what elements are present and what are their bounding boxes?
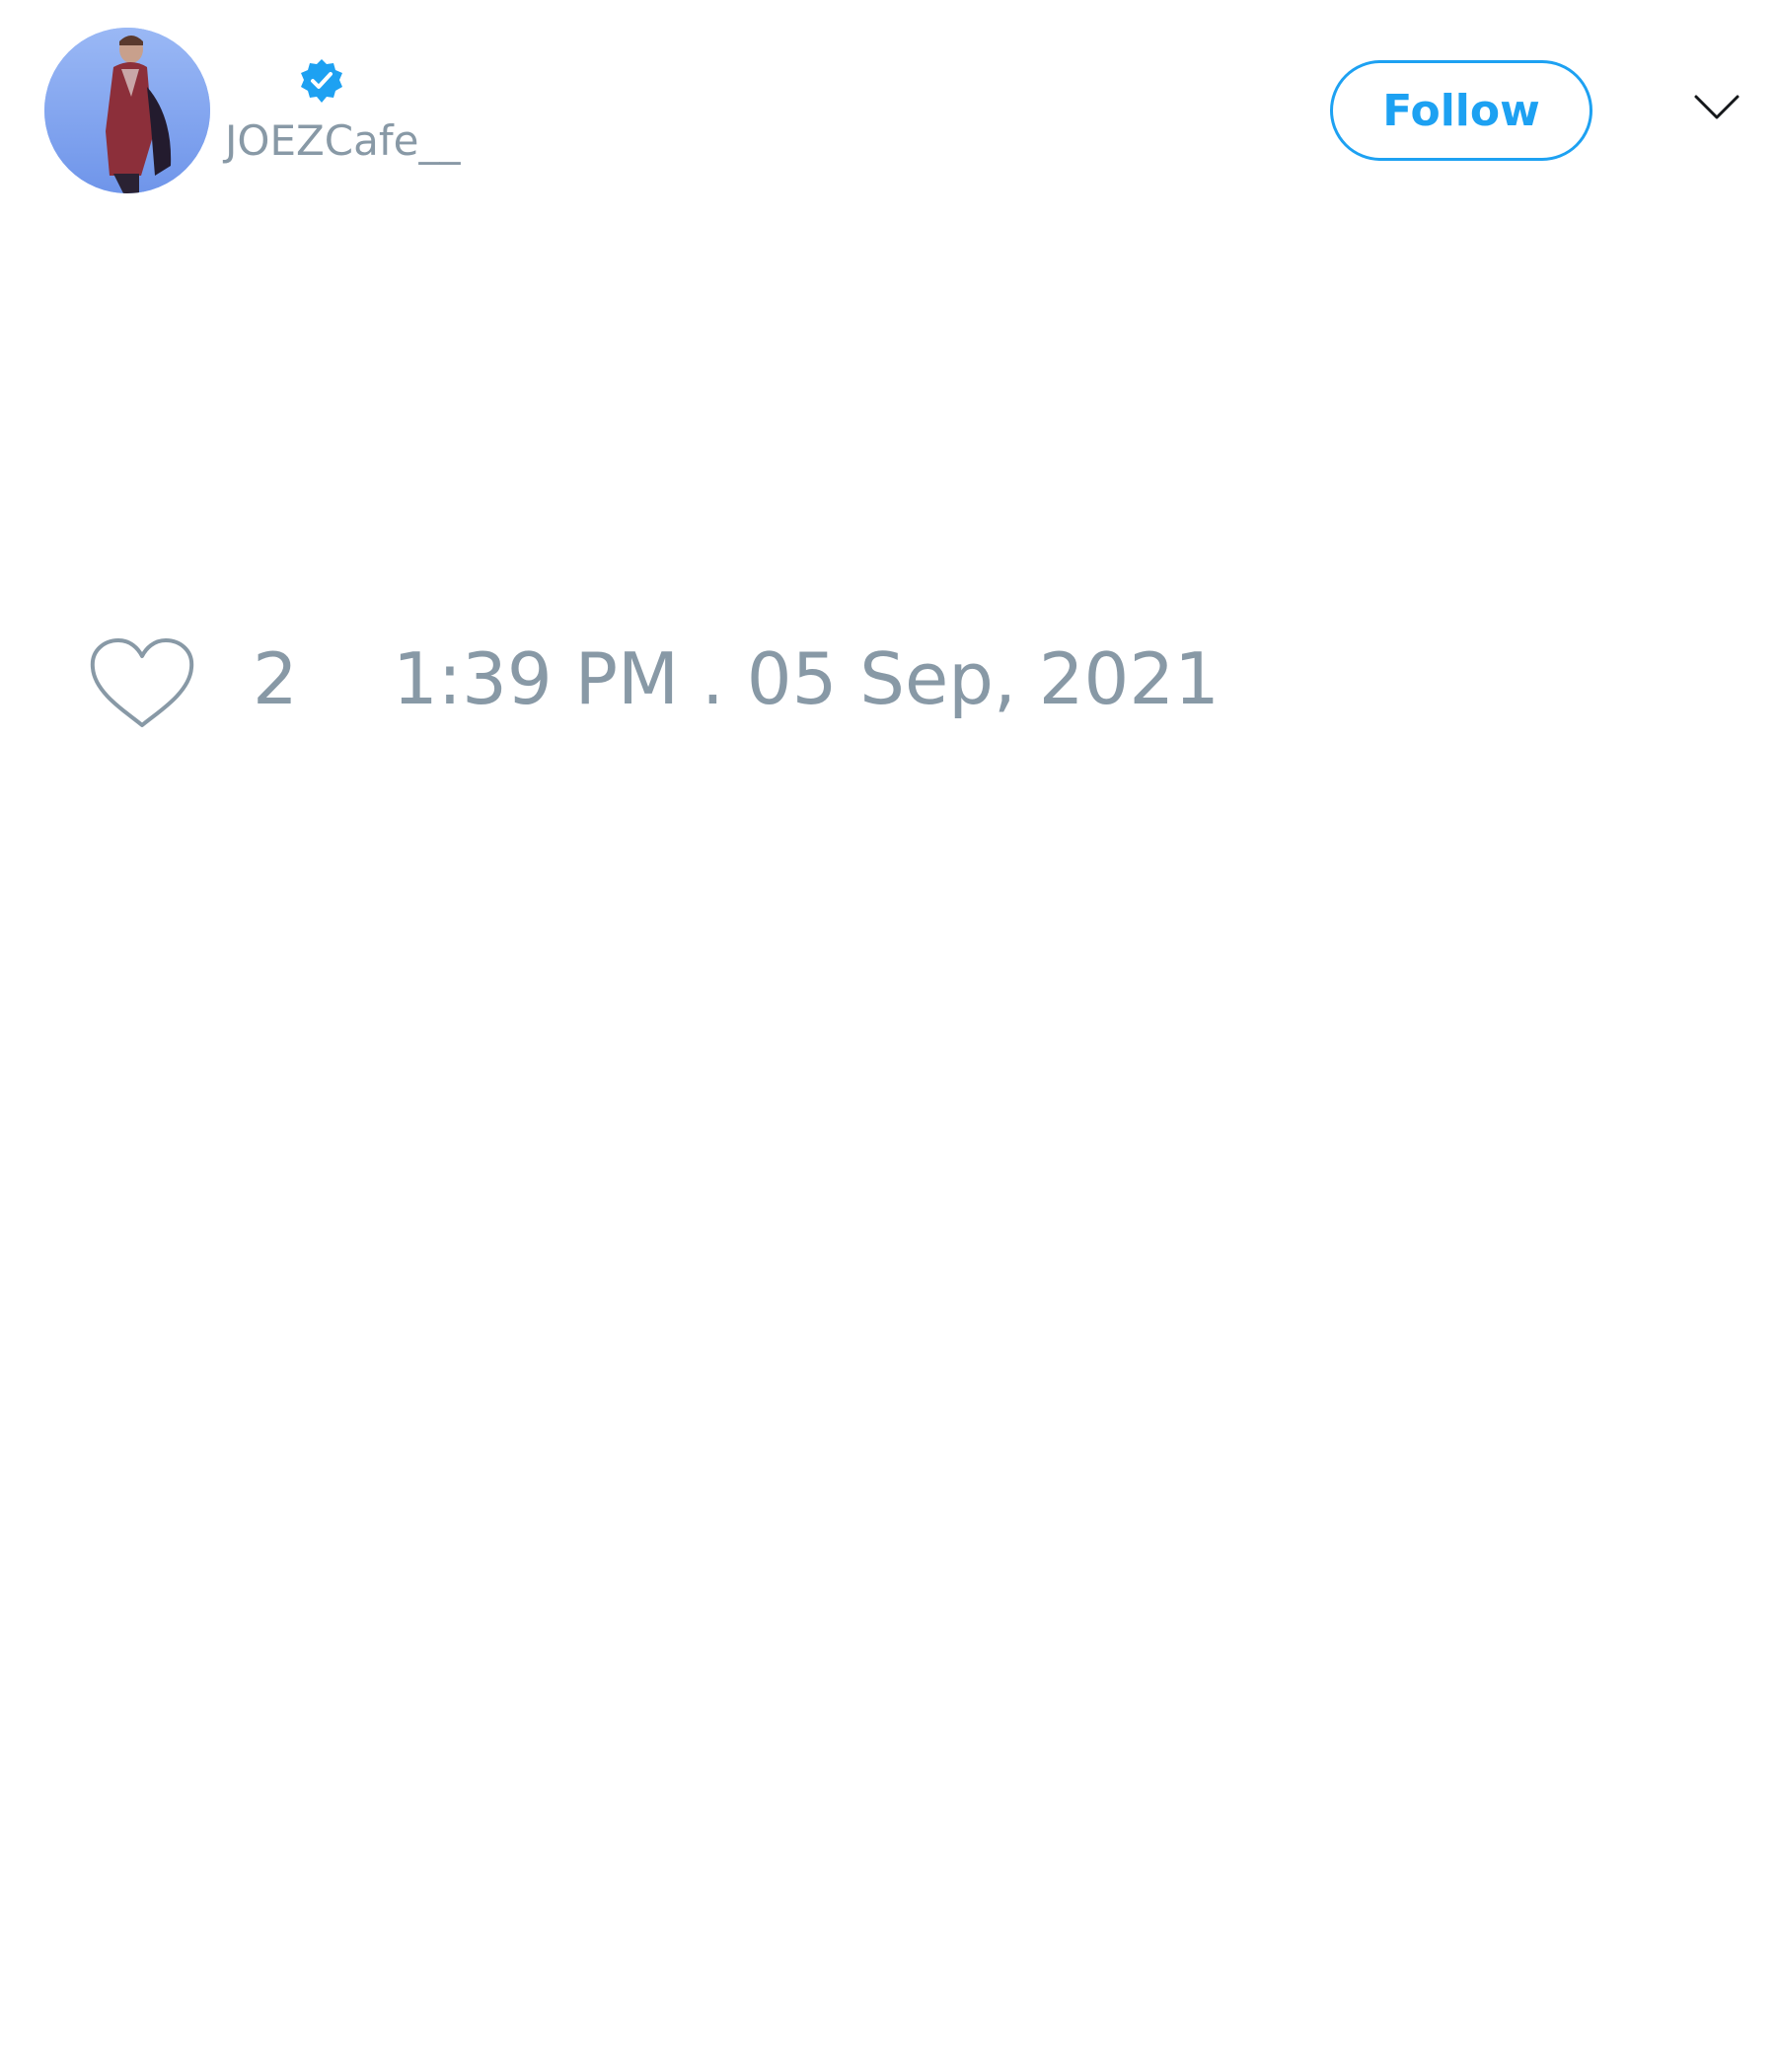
- like-count: 2: [253, 637, 298, 720]
- avatar[interactable]: [44, 28, 210, 193]
- tweet-timestamp[interactable]: 1:39 PM . 05 Sep, 2021: [393, 643, 1220, 714]
- tweet-card: JOEZCafe__ Follow 2 1:39 PM . 05 Sep, 20…: [0, 0, 1776, 2072]
- verified-badge-icon: [301, 59, 342, 103]
- heart-icon[interactable]: [89, 636, 195, 731]
- avatar-image: [44, 28, 210, 193]
- author-handle[interactable]: JOEZCafe__: [225, 120, 460, 162]
- follow-button[interactable]: Follow: [1330, 60, 1592, 161]
- chevron-down-icon[interactable]: [1693, 93, 1740, 122]
